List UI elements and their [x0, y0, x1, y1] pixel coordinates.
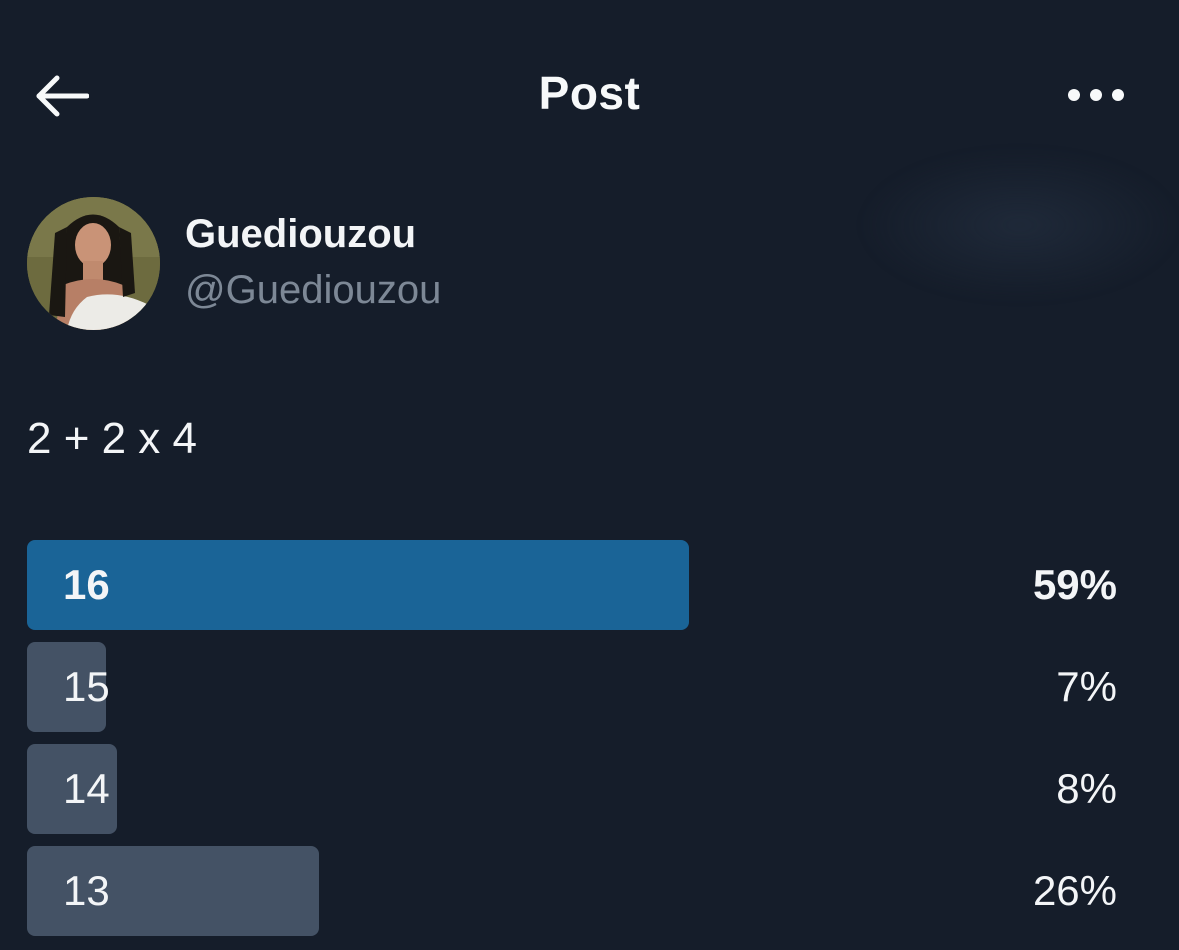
poll-option-label: 16 — [63, 561, 110, 608]
poll-option[interactable]: 13 26% — [27, 846, 1117, 936]
poll-option-percent: 59% — [1032, 561, 1117, 608]
poll-option[interactable]: 15 7% — [27, 642, 1117, 732]
avatar[interactable] — [27, 197, 160, 330]
poll-option[interactable]: 16 59% — [27, 540, 1117, 630]
poll-option-label: 14 — [63, 765, 110, 812]
more-options-button[interactable] — [1062, 78, 1130, 112]
poll: 16 59% 15 7% 14 8% 13 26% — [27, 540, 1117, 948]
top-bar: Post — [0, 0, 1179, 190]
poll-option-percent: 7% — [1056, 663, 1117, 710]
author-handle[interactable]: @Guediouzou — [185, 268, 441, 313]
poll-option-label: 13 — [63, 867, 110, 914]
more-horizontal-icon — [1068, 89, 1124, 101]
author-display-name[interactable]: Guediouzou — [185, 212, 416, 257]
poll-option-percent: 8% — [1056, 765, 1117, 812]
post-text: 2 + 2 x 4 — [27, 414, 198, 463]
page-title: Post — [538, 67, 641, 119]
poll-option[interactable]: 14 8% — [27, 744, 1117, 834]
poll-result-bar — [27, 540, 689, 630]
poll-option-percent: 26% — [1032, 867, 1117, 914]
poll-option-label: 15 — [63, 663, 110, 710]
